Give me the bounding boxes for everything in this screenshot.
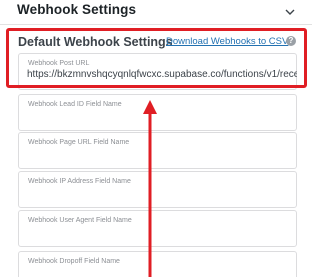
webhook-settings-header[interactable]: Webhook Settings — [0, 0, 312, 25]
field-label: Webhook IP Address Field Name — [28, 178, 131, 185]
chevron-down-icon[interactable] — [283, 5, 297, 19]
field-label: Webhook Dropoff Field Name — [28, 258, 120, 265]
webhook-settings-panel: Webhook Settings Default Webhook Setting… — [0, 0, 312, 277]
webhook-settings-title: Webhook Settings — [17, 2, 137, 17]
field-label: Webhook User Agent Field Name — [28, 217, 132, 224]
arrow-up-icon — [143, 100, 157, 277]
field-label: Webhook Page URL Field Name — [28, 139, 130, 146]
highlight-box — [6, 28, 307, 88]
field-label: Webhook Lead ID Field Name — [28, 101, 122, 108]
